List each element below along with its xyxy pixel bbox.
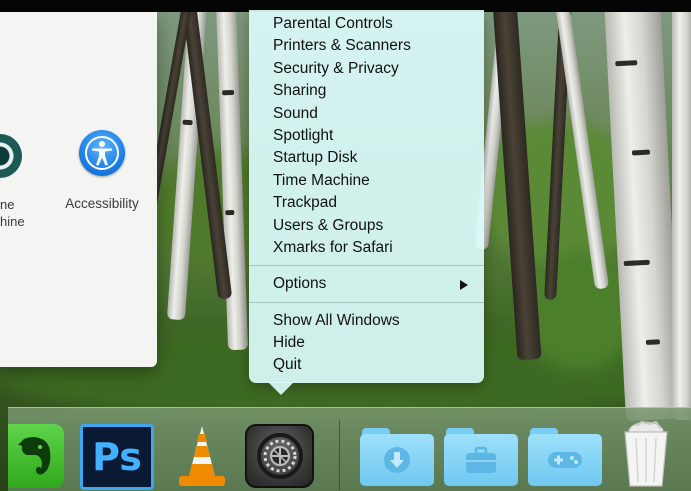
time-machine-label[interactable]: ne hine xyxy=(0,196,40,230)
menu-item-sound[interactable]: Sound xyxy=(249,103,484,125)
folder-body xyxy=(360,434,434,486)
menu-item-sharing[interactable]: Sharing xyxy=(249,80,484,102)
dock-folder-games[interactable] xyxy=(528,428,602,488)
folder-body xyxy=(444,434,518,486)
dock-context-menu: Parental Controls Printers & Scanners Se… xyxy=(249,10,484,383)
briefcase-icon xyxy=(466,446,496,473)
dock-app-evernote[interactable] xyxy=(8,424,64,488)
system-preferences-window: ne hine Accessibility xyxy=(0,12,157,367)
context-menu-pointer xyxy=(268,382,294,395)
dock-app-vlc[interactable] xyxy=(173,424,231,490)
time-machine-label-line-2: hine xyxy=(0,214,25,229)
accessibility-label[interactable]: Accessibility xyxy=(52,196,152,211)
menu-item-users-groups[interactable]: Users & Groups xyxy=(249,215,484,237)
dock: Ps xyxy=(8,407,691,491)
submenu-arrow-icon xyxy=(460,280,468,291)
menu-item-quit[interactable]: Quit xyxy=(249,354,484,376)
menu-item-security-privacy[interactable]: Security & Privacy xyxy=(249,58,484,80)
dock-folder-downloads[interactable] xyxy=(360,428,434,488)
accessibility-icon[interactable] xyxy=(79,130,125,176)
accessibility-figure-icon xyxy=(92,141,112,166)
dock-divider xyxy=(339,420,340,490)
menu-item-options[interactable]: Options xyxy=(249,273,484,295)
vlc-cone-icon xyxy=(179,426,225,486)
time-machine-icon[interactable] xyxy=(0,134,22,178)
menu-separator xyxy=(249,265,484,267)
evernote-elephant-icon xyxy=(18,437,51,475)
menu-item-startup-disk[interactable]: Startup Disk xyxy=(249,147,484,169)
dock-trash[interactable] xyxy=(616,418,676,490)
menu-item-printers-scanners[interactable]: Printers & Scanners xyxy=(249,35,484,57)
time-machine-label-line-1: ne xyxy=(0,197,15,212)
menu-item-trackpad[interactable]: Trackpad xyxy=(249,192,484,214)
menu-item-show-all-windows[interactable]: Show All Windows xyxy=(249,310,484,332)
menu-item-spotlight[interactable]: Spotlight xyxy=(249,125,484,147)
menu-item-parental-controls[interactable]: Parental Controls xyxy=(249,13,484,35)
gear-icon xyxy=(256,433,303,479)
trash-full-icon xyxy=(624,420,668,487)
menu-item-time-machine[interactable]: Time Machine xyxy=(249,170,484,192)
dock-app-photoshop[interactable]: Ps xyxy=(80,424,154,490)
folder-body xyxy=(528,434,602,486)
menu-item-options-label: Options xyxy=(273,275,327,293)
menu-separator xyxy=(249,301,484,303)
dock-app-system-preferences[interactable] xyxy=(245,424,314,488)
photoshop-icon: Ps xyxy=(92,435,142,479)
accessibility-icon-ring xyxy=(85,136,119,170)
menu-item-xmarks-for-safari[interactable]: Xmarks for Safari xyxy=(249,237,484,259)
gamepad-icon xyxy=(548,452,582,468)
dock-folder-applications[interactable] xyxy=(444,428,518,488)
download-arrow-icon xyxy=(384,447,410,473)
menu-item-hide[interactable]: Hide xyxy=(249,332,484,354)
